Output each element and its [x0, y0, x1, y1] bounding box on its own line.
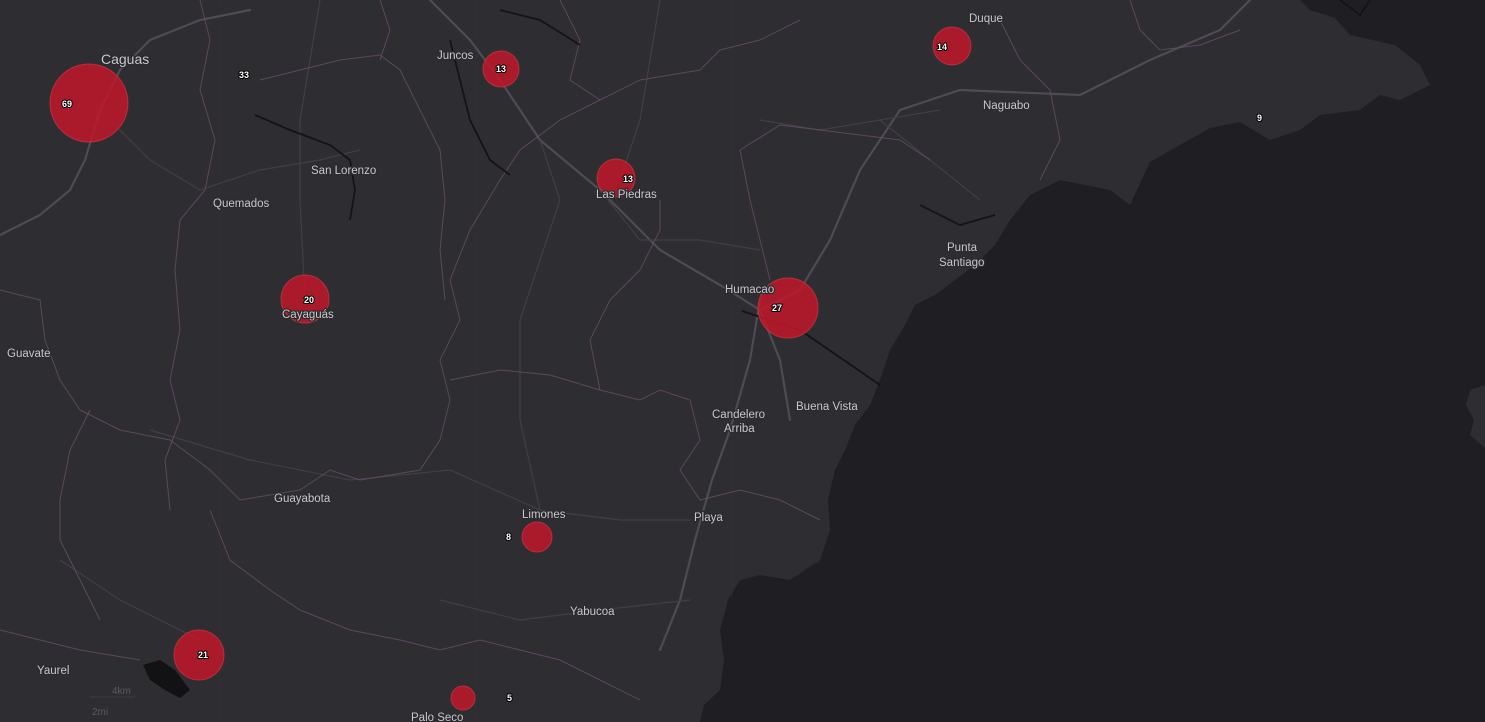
place-label: Naguabo — [983, 100, 1030, 112]
marker-count: 21 — [198, 650, 208, 660]
place-label: Candelero — [712, 409, 765, 421]
marker-count: 8 — [506, 532, 511, 542]
place-label: Buena Vista — [796, 401, 858, 413]
marker-count: 20 — [304, 295, 314, 305]
map-canvas[interactable]: Caguas Juncos Duque Naguabo San Lorenzo … — [0, 0, 1485, 722]
place-label: Humacao — [725, 284, 774, 296]
place-label: Arriba — [724, 423, 755, 435]
marker-count: 69 — [62, 99, 72, 109]
place-label: Guavate — [7, 348, 50, 360]
place-label: Punta — [947, 242, 978, 254]
marker-count: 27 — [772, 303, 782, 313]
place-label: Guayabota — [274, 493, 331, 505]
bubble-marker[interactable] — [521, 521, 553, 553]
place-label: Cayaguás — [282, 309, 334, 321]
place-label: Juncos — [437, 50, 474, 62]
place-label: Yabucoa — [570, 606, 615, 618]
place-label: Las Piedras — [596, 189, 657, 201]
bubble-marker[interactable] — [450, 685, 476, 711]
place-label: Palo Seco — [411, 712, 463, 722]
scale-km: 4km — [112, 686, 131, 697]
place-label: Santiago — [939, 257, 984, 269]
marker-count: 5 — [507, 693, 512, 703]
place-label: Yaurel — [37, 665, 69, 677]
place-label: Quemados — [213, 198, 270, 210]
place-label: San Lorenzo — [311, 165, 376, 177]
marker-count: 13 — [496, 64, 506, 74]
place-label: Playa — [694, 512, 723, 524]
marker-count: 13 — [623, 174, 633, 184]
marker-count: 14 — [937, 42, 947, 52]
marker-count: 33 — [239, 70, 249, 80]
marker-count: 9 — [1257, 113, 1262, 123]
place-label: Duque — [969, 13, 1003, 25]
place-label: Caguas — [101, 51, 149, 67]
scale-mi: 2mi — [92, 707, 108, 718]
place-label: Limones — [522, 509, 566, 521]
